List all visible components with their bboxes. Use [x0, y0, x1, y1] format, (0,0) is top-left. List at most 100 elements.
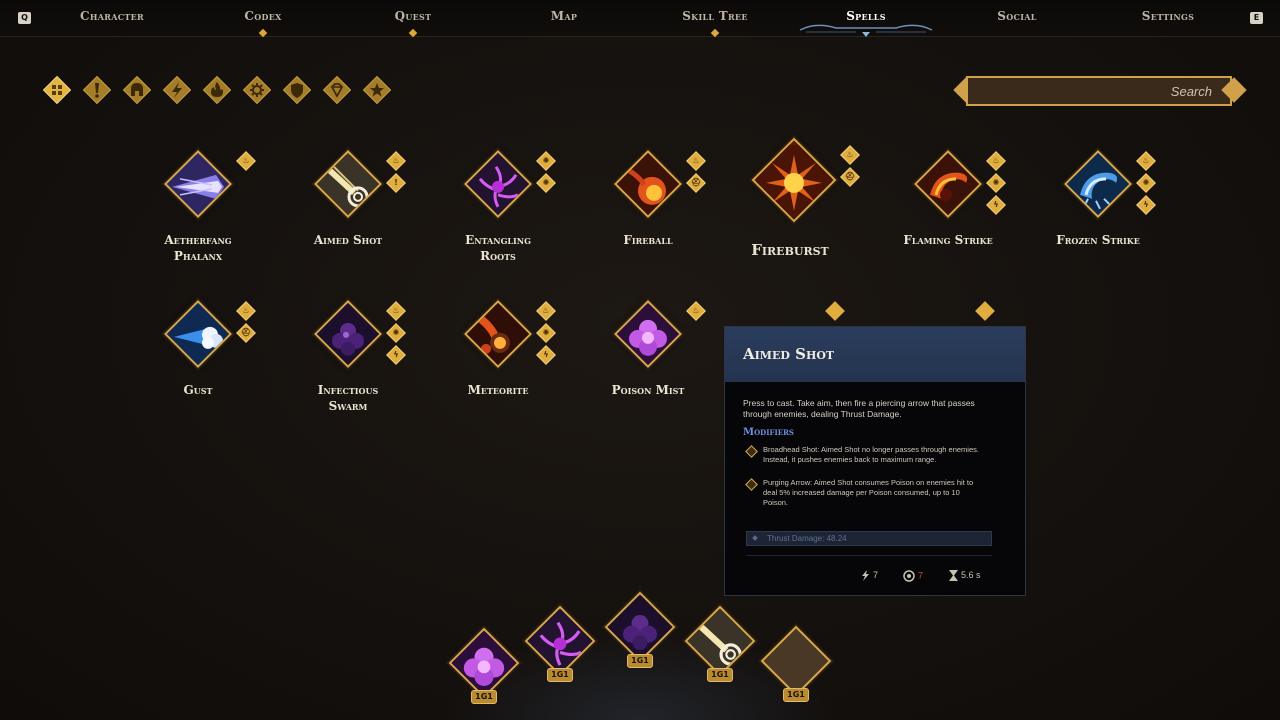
spell-card-frozen-strike[interactable]: ♨ ✺ ϟ Frozen Strike: [1056, 150, 1160, 260]
gem-icon: [330, 83, 344, 98]
hotbar-keybind: 1G1: [627, 654, 653, 668]
prev-tab-key-hint[interactable]: Q: [18, 12, 31, 24]
hotbar-keybind: 1G1: [547, 668, 573, 682]
tooltip-description: Press to cast. Take aim, then fire a pie…: [743, 398, 975, 419]
tab-social[interactable]: Social: [997, 9, 1036, 23]
spell-name: Meteorite: [467, 383, 529, 397]
spell-tags: ♨ ✺ ϟ: [986, 150, 1006, 220]
spell-tags: ♨ ⛑: [236, 300, 256, 348]
entangling-roots-icon: [526, 609, 594, 677]
spell-name: Aetherfang Phalanx: [164, 233, 232, 263]
spell-card-fireball[interactable]: ♨ ⛑ Fireball: [610, 150, 710, 260]
spell-tags: ♨ !: [386, 150, 406, 198]
filter-defense[interactable]: [282, 75, 312, 105]
filter-gem[interactable]: [322, 75, 352, 105]
spell-card-poison-mist[interactable]: ♨ Poison Mist: [610, 300, 710, 410]
infectious-swarm-icon: [606, 595, 674, 663]
poison-mist-icon: [616, 304, 680, 368]
tab-settings[interactable]: Settings: [1142, 9, 1194, 23]
tab-codex[interactable]: Codex: [244, 9, 281, 23]
hotbar-keybind: 1G1: [783, 688, 809, 702]
flame-tag-icon: ♨: [686, 301, 706, 321]
filter-arcane[interactable]: [242, 75, 272, 105]
spell-card-aimed-shot[interactable]: ♨ ! Aimed Shot: [310, 150, 410, 260]
gust-icon: [166, 304, 230, 368]
modifier-diamond-icon: [745, 478, 758, 491]
flame-tag-icon: ♨: [986, 151, 1006, 171]
flame-tag-icon: ♨: [236, 151, 256, 171]
hotbar-slot-5-empty[interactable]: 1G1: [756, 625, 836, 716]
tooltip-title: Aimed Shot: [743, 345, 835, 363]
sun-tag-icon: ✺: [386, 323, 406, 343]
tab-map[interactable]: Map: [551, 9, 577, 23]
thrust-damage-stat: Thrust Damage: 48.24: [767, 534, 847, 543]
spell-name: Frozen Strike: [1056, 233, 1140, 247]
filter-all[interactable]: [42, 75, 72, 105]
search-box: [952, 72, 1248, 110]
sun-tag-icon: ✺: [1136, 173, 1156, 193]
active-tab-ornament: [799, 24, 933, 37]
lightning-tag-icon: ϟ: [386, 345, 406, 365]
modifiers-heading: Modifiers: [743, 427, 794, 438]
filter-helmet[interactable]: [122, 75, 152, 105]
filter-fire[interactable]: [202, 75, 232, 105]
cooldown: 5.6 s: [949, 570, 981, 582]
infectious-swarm-icon: [316, 304, 380, 368]
spell-card-fireburst[interactable]: ♨ ⛑ Fireburst: [751, 137, 860, 258]
aetherfang-phalanx-icon: [166, 154, 230, 218]
spell-card-infectious-swarm[interactable]: ♨ ✺ ϟ Infectious Swarm: [310, 300, 410, 413]
spell-tags: ♨ ✺ ϟ: [386, 300, 406, 370]
hotbar-slot-2[interactable]: 1G1: [520, 605, 600, 696]
flame-tag-icon: ♨: [686, 151, 706, 171]
all-grid-icon: [52, 85, 62, 95]
spell-tags: ♨ ✺ ϟ: [536, 300, 556, 370]
spell-tags: ♨: [686, 300, 706, 326]
sun-tag-icon: ✺: [986, 173, 1006, 193]
lightning-icon: [862, 570, 869, 582]
sun-tag-icon: ✺: [536, 323, 556, 343]
flame-tag-icon: ♨: [236, 301, 256, 321]
spell-card-meteorite[interactable]: ♨ ✺ ϟ Meteorite: [460, 300, 560, 410]
frozen-strike-icon: [1066, 154, 1130, 218]
notification-dot: [710, 28, 720, 38]
spell-card-aetherfang-phalanx[interactable]: ♨ Aetherfang Phalanx: [160, 150, 260, 263]
sun-gear-icon: [250, 83, 264, 97]
hotbar-slot-3[interactable]: 1G1: [600, 591, 680, 682]
meteorite-icon: [466, 304, 530, 368]
spell-card-entangling-roots[interactable]: ✺ ✺ Entangling Roots: [460, 150, 560, 263]
next-tab-key-hint[interactable]: E: [1250, 12, 1263, 24]
lightning-tag-icon: ϟ: [986, 195, 1006, 215]
lightning-icon: [172, 82, 182, 98]
tab-quest[interactable]: Quest: [395, 9, 432, 23]
hourglass-icon: [949, 570, 958, 582]
stat-dot-icon: [752, 535, 758, 541]
helmet-tag-icon: ⛑: [840, 167, 860, 187]
top-navigation: Q E Character Codex Quest Map Skill Tree…: [0, 0, 1280, 38]
flame-tag-icon: [825, 301, 845, 321]
tab-skill-tree[interactable]: Skill Tree: [682, 9, 748, 23]
energy-cost: 7: [861, 570, 878, 582]
flame-tag-icon: ♨: [536, 301, 556, 321]
shield-icon: [291, 83, 303, 98]
helmet-tag-icon: ⛑: [686, 173, 706, 193]
filter-favorite[interactable]: [362, 75, 392, 105]
spell-tooltip: Aimed Shot Press to cast. Take aim, then…: [724, 326, 1026, 596]
flame-tag-icon: ♨: [386, 301, 406, 321]
hotbar-slot-4[interactable]: 1G1: [680, 605, 760, 696]
filter-attention[interactable]: [82, 75, 112, 105]
flame-tag-icon: ♨: [840, 145, 860, 165]
fireball-icon: [616, 154, 680, 218]
hotbar-slot-1[interactable]: 1G1: [444, 627, 524, 718]
flame-icon: [211, 82, 223, 97]
aimed-shot-icon: [686, 609, 754, 677]
filter-lightning[interactable]: [162, 75, 192, 105]
spell-tags: ♨: [236, 150, 256, 176]
spell-card-gust[interactable]: ♨ ⛑ Gust: [160, 300, 260, 410]
tab-character[interactable]: Character: [80, 9, 144, 23]
lightning-tag-icon: ϟ: [1136, 195, 1156, 215]
search-input[interactable]: [966, 76, 1232, 106]
spell-name: Entangling Roots: [465, 233, 531, 263]
spell-name: Fireburst: [751, 241, 829, 259]
spell-name: Fireball: [623, 233, 673, 247]
spell-card-flaming-strike[interactable]: ♨ ✺ ϟ Flaming Strike: [903, 150, 1010, 260]
